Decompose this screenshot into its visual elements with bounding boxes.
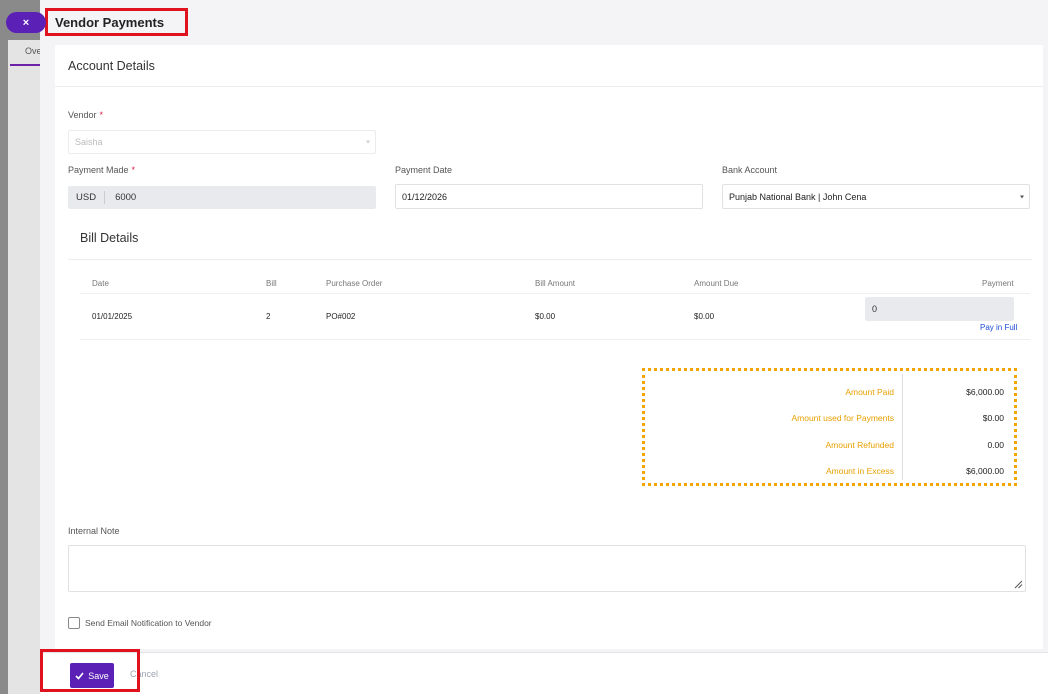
summary-value-amount-paid: $6,000.00 <box>966 387 1004 397</box>
drawer-footer: Save Cancel <box>40 653 1048 694</box>
bank-account-label: Bank Account <box>722 165 778 175</box>
internal-note-textarea[interactable] <box>68 545 1026 592</box>
chevron-down-icon <box>1020 195 1024 198</box>
email-notification-checkbox[interactable] <box>68 617 80 629</box>
summary-label-amount-used: Amount used for Payments <box>791 413 894 423</box>
column-header-bill-amount: Bill Amount <box>535 279 576 288</box>
vendor-label: Vendor * <box>68 110 103 120</box>
required-mark: * <box>99 110 104 120</box>
summary-label-amount-paid: Amount Paid <box>845 387 894 397</box>
payment-amount-input[interactable]: 0 <box>865 297 1014 321</box>
summary-label-amount-refunded: Amount Refunded <box>825 440 894 450</box>
payment-date-label: Payment Date <box>395 165 453 175</box>
column-header-amount-due: Amount Due <box>694 279 739 288</box>
summary-divider <box>902 374 903 480</box>
summary-value-amount-excess: $6,000.00 <box>966 466 1004 476</box>
bank-account-select[interactable]: Punjab National Bank | John Cena <box>722 184 1030 209</box>
section-divider <box>68 259 1032 260</box>
vendor-label-text: Vendor <box>68 110 97 120</box>
resize-grip-icon[interactable] <box>1014 580 1023 589</box>
summary-value-amount-refunded: 0.00 <box>987 440 1004 450</box>
close-drawer-button[interactable]: × <box>6 12 46 33</box>
cell-purchase-order: PO#002 <box>326 312 356 321</box>
vendor-select[interactable]: Saisha <box>68 130 376 154</box>
payment-made-label-text: Payment Made <box>68 165 129 175</box>
account-details-card: Account Details Vendor * Saisha Payment M… <box>55 45 1043 649</box>
column-header-bill: Bill <box>266 279 277 288</box>
bill-details-heading: Bill Details <box>80 231 139 245</box>
required-mark: * <box>131 165 136 175</box>
payment-made-label: Payment Made * <box>68 165 135 175</box>
payment-date-value: 01/12/2026 <box>402 191 448 202</box>
vendor-select-value: Saisha <box>75 137 103 147</box>
chevron-down-icon <box>366 140 370 144</box>
cell-date: 01/01/2025 <box>92 312 133 321</box>
pay-in-full-link[interactable]: Pay in Full <box>980 323 1017 332</box>
table-row-divider <box>80 339 1030 340</box>
email-notification-label: Send Email Notification to Vendor <box>85 618 212 628</box>
cell-amount-due: $0.00 <box>694 312 715 321</box>
vendor-payments-drawer: Vendor Payments Account Details Vendor * … <box>40 0 1048 694</box>
save-highlight-box <box>40 649 140 692</box>
summary-value-amount-used: $0.00 <box>982 413 1004 423</box>
account-details-heading: Account Details <box>55 45 1043 87</box>
title-highlight-box <box>45 8 188 36</box>
payment-made-input[interactable]: USD 6000 <box>68 186 376 209</box>
column-header-date: Date <box>92 279 109 288</box>
background-app: Ove <box>0 0 42 694</box>
payment-amount-value: 0 <box>872 304 878 314</box>
background-panel <box>8 40 40 694</box>
internal-note-label: Internal Note <box>68 526 120 536</box>
table-header-divider <box>80 293 1030 294</box>
background-tab-underline <box>10 64 40 66</box>
summary-label-amount-excess: Amount in Excess <box>825 466 894 476</box>
cell-bill-amount: $0.00 <box>535 312 556 321</box>
currency-code: USD <box>76 192 97 203</box>
column-header-purchase-order: Purchase Order <box>326 279 383 288</box>
payment-made-value: 6000 <box>115 192 137 203</box>
cell-bill: 2 <box>266 312 271 321</box>
bank-account-value: Punjab National Bank | John Cena <box>729 191 867 202</box>
payment-date-input[interactable]: 01/12/2026 <box>395 184 703 209</box>
payment-summary-box: Amount Paid $6,000.00 Amount used for Pa… <box>642 368 1017 486</box>
column-header-payment: Payment <box>982 279 1014 288</box>
